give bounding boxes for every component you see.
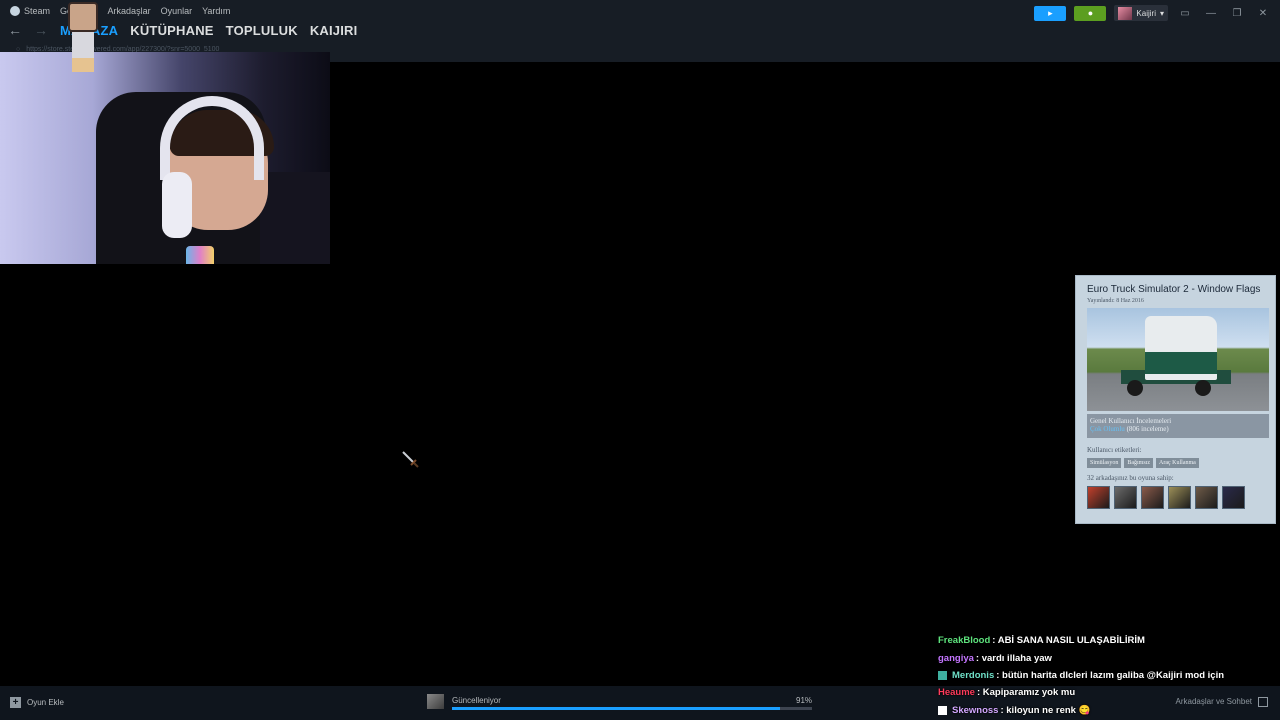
chat-badge-icon [938, 705, 947, 715]
review-count: (806 inceleme) [1126, 425, 1169, 433]
update-progress-bar[interactable] [452, 707, 812, 710]
tag-list: Simülasyon Bağımsız Araç Kullanma [1087, 458, 1199, 468]
back-arrow-icon[interactable]: ← [8, 22, 22, 38]
menu-item-help[interactable]: Yardım [202, 6, 230, 16]
review-rating: Çok Olumlu [1090, 425, 1125, 433]
chat-message: Skewnoss : kiloyun ne renk 😋 [938, 702, 1278, 719]
notifications-button[interactable]: ● [1074, 5, 1107, 21]
menu-item-label: Steam [24, 6, 51, 16]
review-summary: Genel Kullanıcı İncelemeleri Çok Olumlu … [1087, 414, 1269, 438]
friend-avatars [1087, 486, 1245, 509]
chat-text: : vardı illaha yaw [975, 652, 1052, 664]
updating-game-thumbnail[interactable] [427, 694, 444, 709]
user-menu[interactable]: Kaijiri ▾ [1114, 5, 1168, 21]
truck-wheel [1195, 380, 1211, 396]
tab-profile[interactable]: KAIJIRI [310, 23, 358, 38]
mascot-sprite [62, 2, 104, 74]
menu-item-steam[interactable]: Steam [10, 6, 50, 16]
avatar [1118, 6, 1133, 20]
truck-stripe [1145, 352, 1217, 374]
release-date: Yayınlandı: 8 Haz 2016 [1087, 298, 1144, 304]
mascot-body [72, 32, 94, 58]
chat-username: gangiya [938, 652, 974, 664]
username: Kaijiri [1136, 8, 1156, 18]
steam-logo-icon [10, 6, 20, 16]
steam-window: Steam Görünüm Arkadaşlar Oyunlar Yardım … [0, 0, 1280, 720]
tags-label: Kullanıcı etiketleri: [1087, 446, 1142, 454]
add-game-button[interactable]: + Oyun Ekle [10, 697, 64, 708]
background-shadow [260, 172, 330, 264]
chat-text: : bütün harita dlcleri lazım galiba @Kai… [996, 669, 1225, 681]
stream-chat-overlay: FreakBlood : ABİ SANA NASIL ULAŞABİLİRİM… [938, 632, 1278, 719]
big-picture-icon[interactable]: ▭ [1176, 8, 1194, 19]
chat-username: Skewnoss [952, 704, 999, 716]
chat-message: Heaume : Kapiparamız yok mu [938, 684, 1278, 701]
bell-icon: ● [1087, 8, 1094, 18]
chevron-down-icon: ▾ [1159, 8, 1164, 18]
mascot-head [68, 2, 98, 32]
friend-avatar[interactable] [1168, 486, 1191, 509]
tag-indie: Bağımsız [1124, 458, 1154, 468]
restore-icon[interactable]: ❐ [1228, 8, 1246, 19]
tab-community[interactable]: TOPLULUK [226, 23, 298, 38]
nav-row: ← → MAĞAZA KÜTÜPHANE TOPLULUK KAIJIRI [8, 22, 357, 38]
tab-library[interactable]: KÜTÜPHANE [130, 23, 213, 38]
mascot-legs [72, 58, 94, 72]
chat-username: Merdonis [952, 669, 995, 681]
chat-message: Merdonis : bütün harita dlcleri lazım ga… [938, 667, 1278, 684]
update-percent: 91% [796, 696, 813, 705]
chat-text: : kiloyun ne renk 😋 [1000, 704, 1091, 716]
truck-wheel [1127, 380, 1143, 396]
plus-icon: + [10, 697, 21, 708]
tag-driving: Araç Kullanma [1156, 458, 1199, 468]
update-status-label[interactable]: Güncelleniyor [452, 696, 501, 705]
add-game-label: Oyun Ekle [27, 698, 64, 707]
review-heading: Genel Kullanıcı İncelemeleri [1090, 417, 1172, 425]
update-progress-fill [452, 707, 780, 710]
minimize-icon[interactable]: — [1202, 8, 1220, 19]
megaphone-icon: ▸ [1048, 7, 1053, 18]
menu-item-friends[interactable]: Arkadaşlar [108, 6, 151, 16]
chat-message: FreakBlood : ABİ SANA NASIL ULAŞABİLİRİM [938, 632, 1278, 649]
sword-cursor-icon [402, 451, 419, 468]
game-screenshot [1087, 308, 1269, 411]
menu-item-games[interactable]: Oyunlar [161, 6, 193, 16]
friend-avatar[interactable] [1195, 486, 1218, 509]
microphone [186, 246, 214, 264]
announcements-button[interactable]: ▸ [1034, 5, 1067, 21]
top-right-controls: ▸ ● Kaijiri ▾ ▭ — ❐ ✕ [1034, 4, 1280, 22]
friends-own-text: 32 arkadaşınız bu oyuna sahip: [1087, 474, 1174, 482]
chat-username: FreakBlood [938, 635, 991, 647]
chat-username: Heaume [938, 687, 975, 699]
forward-arrow-icon[interactable]: → [34, 22, 48, 38]
chat-text: : Kapiparamız yok mu [976, 687, 1076, 699]
webcam-overlay [0, 52, 330, 264]
game-title: Euro Truck Simulator 2 - Window Flags [1087, 284, 1261, 295]
friend-avatar[interactable] [1222, 486, 1245, 509]
review-score: Çok Olumlu (806 inceleme) [1090, 425, 1266, 433]
game-hover-card: Euro Truck Simulator 2 - Window Flags Ya… [1075, 275, 1276, 524]
menu-bar: Steam Görünüm Arkadaşlar Oyunlar Yardım [10, 6, 230, 16]
close-icon[interactable]: ✕ [1254, 8, 1272, 19]
chat-badge-icon [938, 670, 947, 680]
chat-text: : ABİ SANA NASIL ULAŞABİLİRİM [992, 635, 1145, 647]
chat-message: gangiya : vardı illaha yaw [938, 649, 1278, 666]
friend-avatar[interactable] [1114, 486, 1137, 509]
headset-earcup [162, 172, 192, 238]
tag-simulation: Simülasyon [1087, 458, 1122, 468]
friend-avatar[interactable] [1141, 486, 1164, 509]
friend-avatar[interactable] [1087, 486, 1110, 509]
